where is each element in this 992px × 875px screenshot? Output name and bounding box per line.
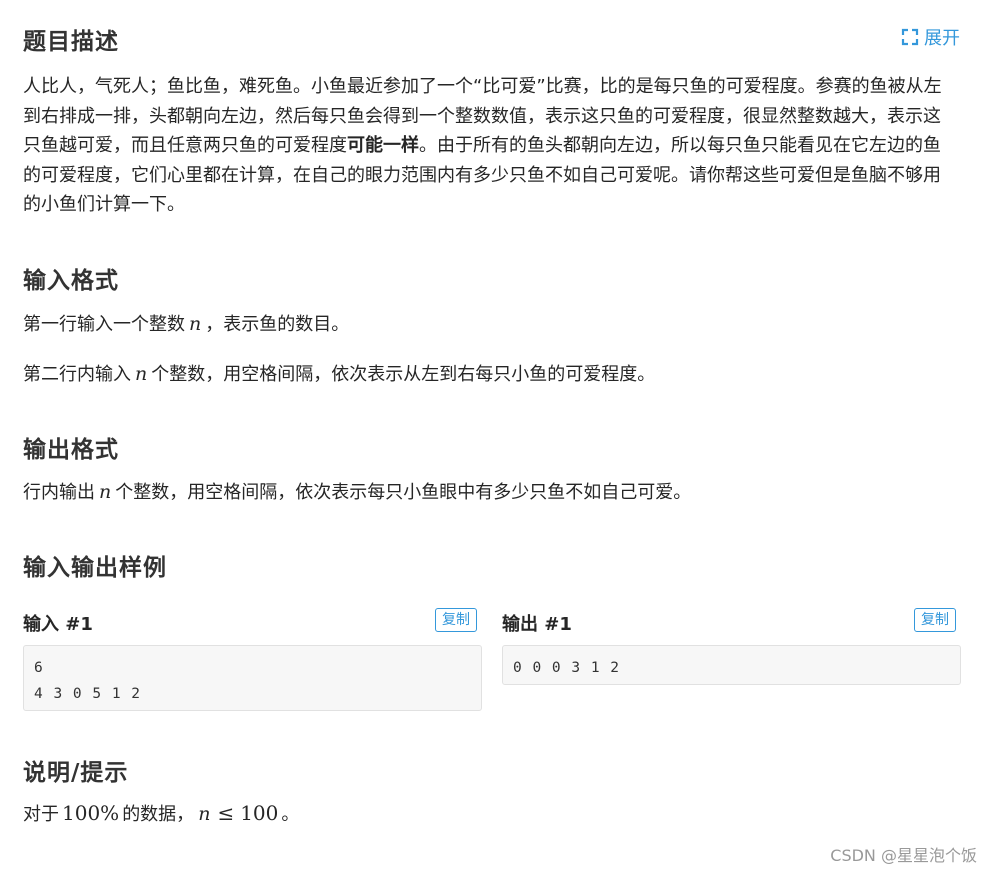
sample-output-box[interactable]: 0 0 0 3 1 2 bbox=[502, 645, 961, 685]
hint-limit: 100 bbox=[240, 801, 279, 825]
output-format-before: 行内输出 bbox=[23, 482, 95, 503]
input-format-line1-after: ，表示鱼的数目。 bbox=[205, 314, 350, 335]
expand-button[interactable]: 展开 bbox=[901, 24, 960, 50]
hint-before: 对于 bbox=[23, 804, 59, 825]
description-text: 人比人，气死人；鱼比鱼，难死鱼。小鱼最近参加了一个“比可爱”比赛，比的是每只鱼的… bbox=[23, 72, 953, 220]
input-format-line1-before: 第一行输入一个整数 bbox=[23, 314, 185, 335]
math-var-n: n bbox=[99, 481, 112, 503]
math-leq-symbol: ≤ bbox=[217, 801, 235, 825]
hint-text: 对于 100% 的数据， n ≤100。 bbox=[23, 799, 953, 830]
hint-middle: 的数据， bbox=[122, 804, 195, 825]
sample-input-box[interactable]: 6 4 3 0 5 1 2 bbox=[23, 645, 482, 711]
math-var-n: n bbox=[189, 313, 202, 335]
sample-input-line2: 4 3 0 5 1 2 bbox=[34, 686, 142, 702]
math-var-n: n bbox=[135, 363, 148, 385]
copy-input-button[interactable]: 复制 bbox=[435, 608, 477, 632]
hint-percent: 100% bbox=[62, 801, 120, 825]
watermark: CSDN @星星泡个饭 bbox=[830, 846, 977, 865]
output-format-after: 个整数，用空格间隔，依次表示每只小鱼眼中有多少只鱼不如自己可爱。 bbox=[115, 482, 692, 503]
input-format-line2-after: 个整数，用空格间隔，依次表示从左到右每只小鱼的可爱程度。 bbox=[151, 364, 656, 385]
copy-output-button[interactable]: 复制 bbox=[914, 608, 956, 632]
output-format-line: 行内输出 n 个整数，用空格间隔，依次表示每只小鱼眼中有多少只鱼不如自己可爱。 bbox=[23, 478, 953, 508]
input-format-line2: 第二行内输入 n 个整数，用空格间隔，依次表示从左到右每只小鱼的可爱程度。 bbox=[23, 360, 953, 390]
hint-after: 。 bbox=[281, 804, 300, 825]
expand-icon bbox=[901, 28, 919, 46]
sample-input-line1: 6 bbox=[34, 660, 44, 676]
sample-output-line1: 0 0 0 3 1 2 bbox=[513, 660, 621, 676]
description-text-bold: 可能一样 bbox=[347, 135, 419, 156]
sample-input-label: 输入 #1 bbox=[23, 614, 93, 635]
output-format-title: 输出格式 bbox=[23, 437, 119, 463]
input-format-title: 输入格式 bbox=[23, 268, 119, 294]
problem-page: 题目描述 展开 人比人，气死人；鱼比鱼，难死鱼。小鱼最近参加了一个“比可爱”比赛… bbox=[0, 0, 992, 875]
hint-title: 说明/提示 bbox=[23, 760, 129, 786]
description-title: 题目描述 bbox=[23, 29, 119, 55]
math-var-n: n bbox=[198, 803, 211, 825]
samples-title: 输入输出样例 bbox=[23, 555, 167, 581]
input-format-line1: 第一行输入一个整数 n ，表示鱼的数目。 bbox=[23, 310, 953, 340]
expand-label: 展开 bbox=[924, 28, 960, 49]
input-format-line2-before: 第二行内输入 bbox=[23, 364, 131, 385]
sample-output-label: 输出 #1 bbox=[502, 614, 572, 635]
